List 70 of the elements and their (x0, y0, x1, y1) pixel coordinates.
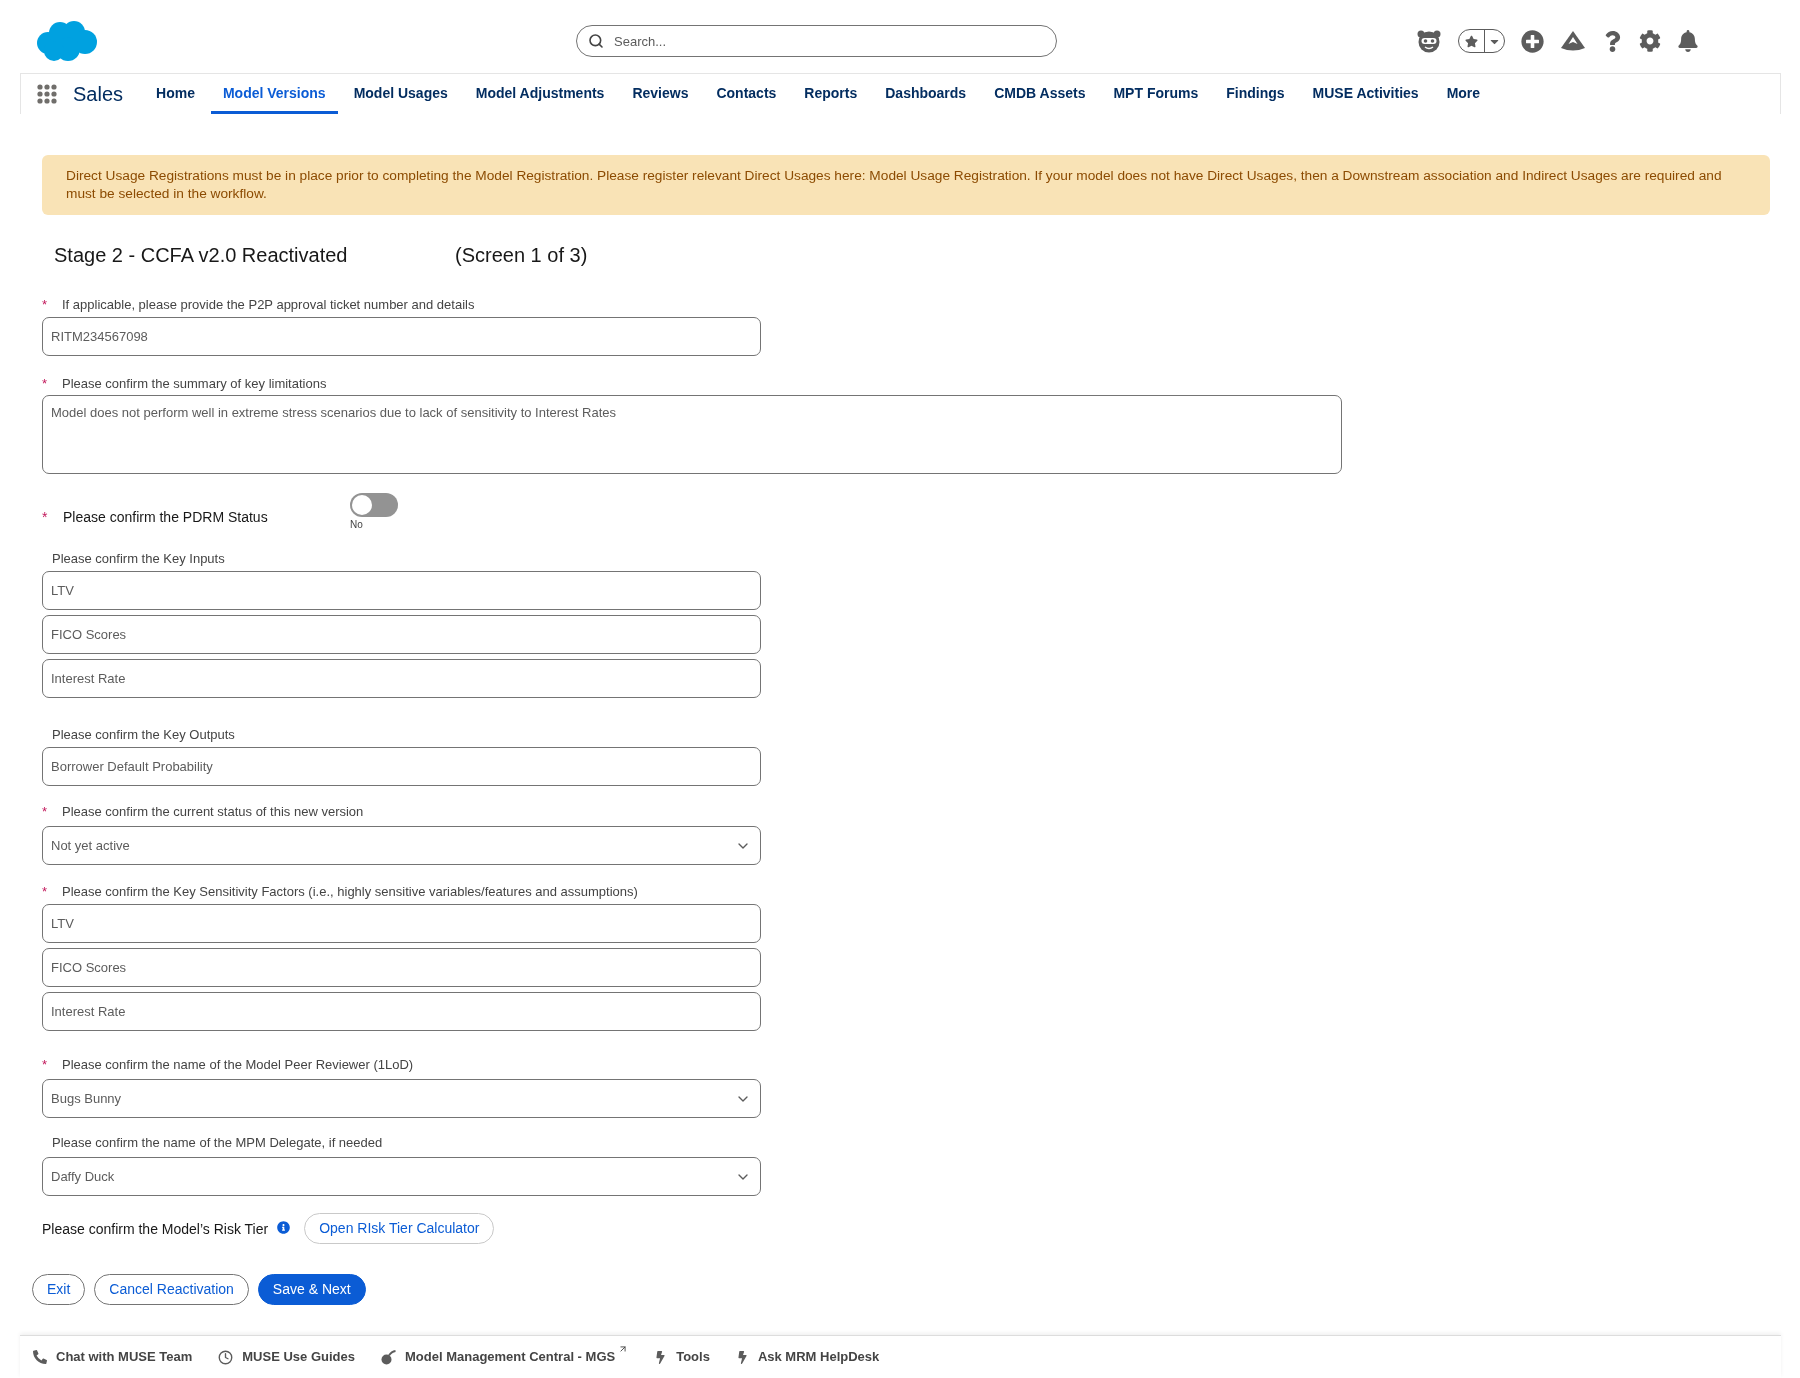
field-label: Please confirm the name of the MPM Delegate, if needed (52, 1135, 383, 1152)
required-mark: * (42, 376, 49, 393)
nav-tab[interactable]: More (1434, 73, 1493, 115)
nav-tab[interactable]: Model Adjustments (463, 73, 617, 115)
field-label: Please confirm the Model’s Risk Tier (42, 1220, 269, 1237)
nav-tab[interactable]: Home (144, 73, 207, 115)
required-mark: * (42, 297, 49, 314)
required-mark: * (42, 509, 49, 526)
nav-tab[interactable]: Dashboards (873, 73, 979, 115)
face-icon[interactable] (1416, 29, 1442, 54)
info-icon[interactable] (277, 1220, 291, 1234)
text-field[interactable]: FICO Scores (42, 948, 761, 988)
clock-icon (218, 1349, 234, 1365)
grid-icon[interactable] (37, 83, 57, 104)
toggle-state-label: No (350, 518, 364, 533)
bell-icon[interactable] (1677, 30, 1699, 53)
screen-indicator: (Screen 1 of 3) (455, 243, 588, 268)
search-field[interactable]: Search... (576, 25, 1057, 58)
field-label: Please confirm the Key Inputs (52, 551, 225, 568)
search-icon (588, 33, 604, 50)
app-name: Sales (73, 81, 124, 107)
utility-bar-item[interactable]: Ask MRM HelpDesk (735, 1347, 880, 1367)
text-field[interactable]: Interest Rate (42, 992, 761, 1032)
add-icon[interactable] (1521, 29, 1544, 53)
field-label: Please confirm the PDRM Status (63, 509, 268, 526)
secondary-button[interactable]: Cancel Reactivation (94, 1274, 249, 1306)
form-title: Stage 2 - CCFA v2.0 Reactivated (54, 243, 349, 268)
field-label: If applicable, please provide the P2P approval ticket number and details (62, 297, 475, 314)
required-mark: * (42, 884, 49, 901)
cloud-logo[interactable] (36, 20, 97, 63)
nav-tab[interactable]: MUSE Activities (1300, 73, 1431, 115)
field-label: Please confirm the Key Outputs (52, 727, 235, 744)
star-icon[interactable] (1465, 34, 1478, 48)
nav-tab[interactable]: CMDB Assets (982, 73, 1098, 115)
primary-button[interactable]: Save & Next (257, 1274, 366, 1306)
nav-tab[interactable]: Model Usages (341, 73, 460, 115)
nav-tab[interactable]: MPT Forums (1101, 73, 1211, 115)
utility-bar-item[interactable]: Chat with MUSE Team (33, 1347, 193, 1367)
field-label: Please confirm the name of the Model Peer Reviewer (1LoD) (62, 1057, 414, 1074)
settings-icon[interactable] (1639, 30, 1661, 53)
phone-icon (33, 1350, 47, 1365)
swoosh-icon (381, 1349, 396, 1365)
nav-tab[interactable]: Findings (1214, 73, 1297, 115)
utility-bar-item[interactable]: Model Management Central - MGS (381, 1344, 629, 1371)
text-field[interactable]: FICO Scores (42, 615, 761, 655)
text-field[interactable]: Interest Rate (42, 659, 761, 699)
required-mark: * (42, 804, 49, 821)
field-label: Please confirm the Key Sensitivity Factors (i.e., highly sensitive variables/features and assumptions) (62, 884, 638, 901)
banner-message: Direct Usage Registrations must be in place prior to completing the Model Registration. Please register relevant Direct Usages here: Model Usage Registration. If your model does not have Direct Usages, then a Downstream association and Indirect Usages are required and must be selected in the workflow. (66, 167, 1723, 204)
secondary-button[interactable]: Exit (32, 1274, 86, 1306)
utility-bar-item[interactable]: MUSE Use Guides (218, 1347, 355, 1367)
field-label: Please confirm the summary of key limitations (62, 376, 327, 393)
bolt-icon (735, 1350, 749, 1364)
nav-tab[interactable]: Model Versions (210, 73, 338, 115)
nav-tab[interactable]: Contacts (704, 73, 789, 115)
nav-tab[interactable]: Reports (792, 73, 870, 115)
text-field[interactable]: LTV (42, 904, 761, 944)
dropdown-select[interactable]: Not yet active (42, 826, 761, 866)
utility-bar-item[interactable]: Tools (654, 1347, 710, 1367)
dropdown-select[interactable]: Daffy Duck (42, 1157, 761, 1197)
risk-calculator-button[interactable]: Open RIsk Tier Calculator (304, 1213, 495, 1245)
text-field[interactable]: Borrower Default Probability (42, 747, 761, 787)
required-mark: * (42, 1057, 49, 1074)
nav-tab[interactable]: Reviews (620, 73, 701, 115)
dropdown-select[interactable]: Bugs Bunny (42, 1079, 761, 1119)
field-label: Please confirm the current status of this new version (62, 804, 364, 821)
text-field[interactable]: RITM234567098 (42, 317, 761, 357)
text-field[interactable]: LTV (42, 571, 761, 611)
toggle-switch[interactable] (350, 493, 398, 518)
text-area[interactable]: Model does not perform well in extreme stress scenarios due to lack of sensitivity to Interest Rates (42, 395, 1342, 475)
